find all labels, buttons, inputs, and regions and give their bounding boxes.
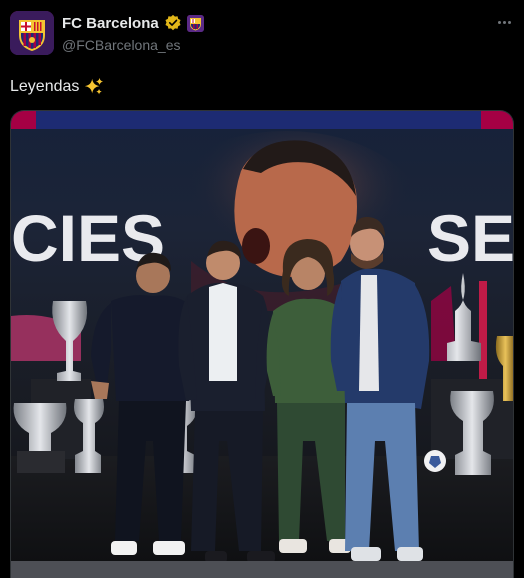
tweet-text-content: Leyendas — [10, 78, 80, 95]
more-options-icon[interactable] — [493, 12, 515, 32]
avatar[interactable] — [10, 11, 54, 55]
display-name[interactable]: FC Barcelona — [62, 15, 159, 32]
affiliate-badge-icon[interactable] — [186, 14, 204, 32]
tweet: FC Barcelona @FCBarcelona_es Leyendas CI… — [0, 0, 524, 578]
gold-verified-badge-icon[interactable] — [164, 14, 182, 32]
sparkles-emoji-icon — [83, 76, 105, 98]
account-handle[interactable]: @FCBarcelona_es — [62, 37, 181, 53]
tweet-photo[interactable]: CIES SE — [10, 110, 514, 578]
photo-legends-with-trophies: CIES SE — [11, 111, 514, 578]
banner-right-text: SE — [427, 201, 514, 275]
tweet-text: Leyendas — [10, 76, 105, 98]
fc-barcelona-crest-icon — [10, 11, 54, 55]
name-row: FC Barcelona — [62, 13, 204, 33]
